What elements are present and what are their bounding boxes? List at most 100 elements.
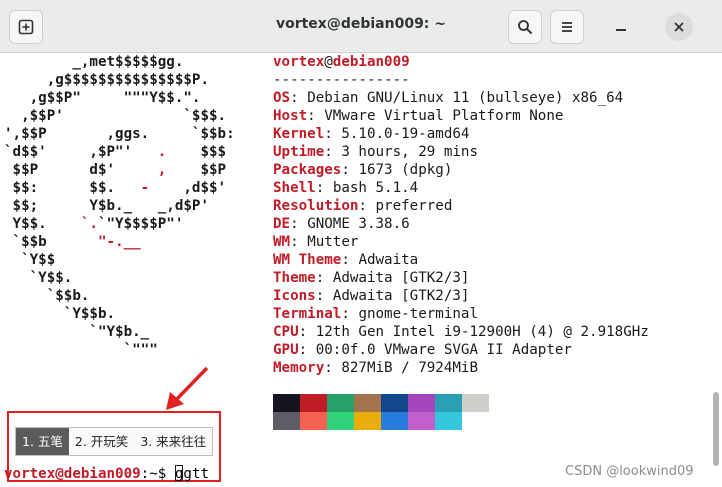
- logo-segment: "-.__: [97, 234, 141, 250]
- logo-segment: `Y$$: [4, 252, 56, 268]
- logo-segment: `$$b: [4, 234, 98, 250]
- info-key: Memory: [273, 360, 325, 376]
- close-button[interactable]: [665, 13, 693, 41]
- logo-segment: ',$$P ,ggs. `$$b:: [4, 126, 235, 142]
- watermark: CSDN @lookwind09: [565, 464, 694, 479]
- info-colon: :: [315, 270, 333, 286]
- logo-line: ,g$$P" """Y$$.".: [4, 89, 201, 107]
- menu-button[interactable]: [550, 10, 584, 44]
- logo-segment: $$: $$.: [4, 180, 141, 196]
- info-key: Host: [273, 108, 308, 124]
- logo-segment: .: [157, 144, 167, 160]
- color-swatch: [435, 412, 462, 430]
- info-colon: :: [307, 108, 325, 124]
- info-colon: :: [324, 144, 342, 160]
- ime-candidate-1[interactable]: 1. 五笔: [16, 428, 69, 455]
- info-at: @: [324, 54, 333, 70]
- info-key: Theme: [273, 270, 316, 286]
- info-row: WM: Mutter: [273, 233, 358, 251]
- hamburger-menu-icon: [562, 22, 572, 32]
- logo-segment: _,met$$$$$gg.: [4, 54, 184, 70]
- logo-segment: $$P d$': [4, 162, 158, 178]
- info-colon: :: [324, 126, 342, 142]
- search-button[interactable]: [508, 10, 542, 44]
- info-value: 5.10.0-19-amd64: [341, 126, 470, 142]
- user-host-header: vortex@debian009: [273, 53, 410, 71]
- logo-line: $$: $$. - ,d$$': [4, 179, 227, 197]
- info-colon: :: [290, 90, 308, 106]
- info-host: debian009: [332, 54, 410, 70]
- info-key: Uptime: [273, 144, 325, 160]
- shell-prompt[interactable]: vortex@debian009:~$ ggtt: [4, 465, 209, 483]
- logo-segment: $$; Y$b._ _,d$P': [4, 198, 209, 214]
- ime-candidate-bar[interactable]: 1. 五笔 2. 开玩笑 3. 来来往往: [15, 427, 214, 456]
- info-value: gnome-terminal: [358, 306, 479, 322]
- logo-line: `$$b "-.__: [4, 233, 141, 251]
- ime-candidate-2[interactable]: 2. 开玩笑: [69, 428, 134, 455]
- info-row: Theme: Adwaita [GTK2/3]: [273, 269, 469, 287]
- info-separator: ----------------: [273, 72, 410, 88]
- logo-line: `$$b.: [4, 287, 90, 305]
- info-colon: :: [358, 198, 376, 214]
- ime-candidate-3[interactable]: 3. 来来往往: [134, 428, 212, 455]
- logo-segment: $$$: [166, 144, 227, 160]
- info-value: 12th Gen Intel i9-12900H (4) @ 2.918GHz: [315, 324, 649, 340]
- logo-segment: `$$b.: [4, 288, 90, 304]
- info-row: Packages: 1673 (dpkg): [273, 161, 452, 179]
- logo-line: `Y$$: [4, 251, 55, 269]
- info-key: OS: [273, 90, 291, 106]
- terminal-scrollbar[interactable]: [713, 392, 719, 466]
- info-key: Icons: [273, 288, 316, 304]
- info-colon: :: [290, 216, 308, 232]
- info-row: Terminal: gnome-terminal: [273, 305, 478, 323]
- info-key: WM Theme: [273, 252, 342, 268]
- prompt-symbol: $: [157, 466, 175, 482]
- info-colon: :: [315, 180, 333, 196]
- logo-line: $$; Y$b._ _,d$P': [4, 197, 209, 215]
- minimize-icon: [616, 29, 626, 31]
- color-swatch: [327, 412, 354, 430]
- info-row: Shell: bash 5.1.4: [273, 179, 418, 197]
- info-colon: :: [341, 306, 359, 322]
- minimize-button[interactable]: [612, 18, 630, 36]
- close-icon: [674, 22, 684, 32]
- logo-line: ',$$P ,ggs. `$$b:: [4, 125, 235, 143]
- info-row: CPU: 12th Gen Intel i9-12900H (4) @ 2.91…: [273, 323, 649, 341]
- logo-segment: `d$$' ,$P"': [4, 144, 158, 160]
- logo-line: _,met$$$$$gg.: [4, 53, 183, 71]
- window-titlebar: vortex@debian009: ~: [0, 0, 722, 53]
- info-value: bash 5.1.4: [332, 180, 419, 196]
- logo-segment: ,g$$P" """Y$$.".: [4, 90, 201, 106]
- info-row: Resolution: preferred: [273, 197, 452, 215]
- info-colon: :: [341, 252, 359, 268]
- info-colon: :: [298, 342, 316, 358]
- logo-segment: ,d$$': [149, 180, 227, 196]
- info-colon: :: [315, 288, 333, 304]
- info-user: vortex: [273, 54, 325, 70]
- logo-segment: `""": [4, 342, 158, 358]
- logo-segment: `Y$$b.: [4, 306, 116, 322]
- info-key: Packages: [273, 162, 342, 178]
- logo-line: $$P d$' , $$P: [4, 161, 227, 179]
- info-row: DE: GNOME 3.38.6: [273, 215, 410, 233]
- info-key: GPU: [273, 342, 299, 358]
- logo-line: `Y$$b.: [4, 305, 115, 323]
- info-row: Uptime: 3 hours, 29 mins: [273, 143, 478, 161]
- color-swatch: [273, 412, 300, 430]
- logo-segment: `"Y$b._: [4, 324, 150, 340]
- logo-line: ,g$$$$$$$$$$$$$$$P.: [4, 71, 209, 89]
- prompt-input[interactable]: ggtt: [175, 466, 209, 482]
- color-swatch: [381, 394, 408, 412]
- info-key: CPU: [273, 324, 299, 340]
- info-value: GNOME 3.38.6: [307, 216, 410, 232]
- info-row: Icons: Adwaita [GTK2/3]: [273, 287, 469, 305]
- logo-line: `d$$' ,$P"' . $$$: [4, 143, 226, 161]
- info-key: Resolution: [273, 198, 359, 214]
- color-swatch: [327, 394, 354, 412]
- logo-line: Y$$. `.`"Y$$$$P"': [4, 215, 184, 233]
- logo-segment: ,g$$$$$$$$$$$$$$$P.: [4, 72, 209, 88]
- logo-segment: `"Y$$$$P"': [97, 216, 184, 232]
- prompt-user-host: vortex@debian009: [4, 466, 141, 482]
- color-swatch: [354, 394, 381, 412]
- search-icon: [518, 20, 533, 35]
